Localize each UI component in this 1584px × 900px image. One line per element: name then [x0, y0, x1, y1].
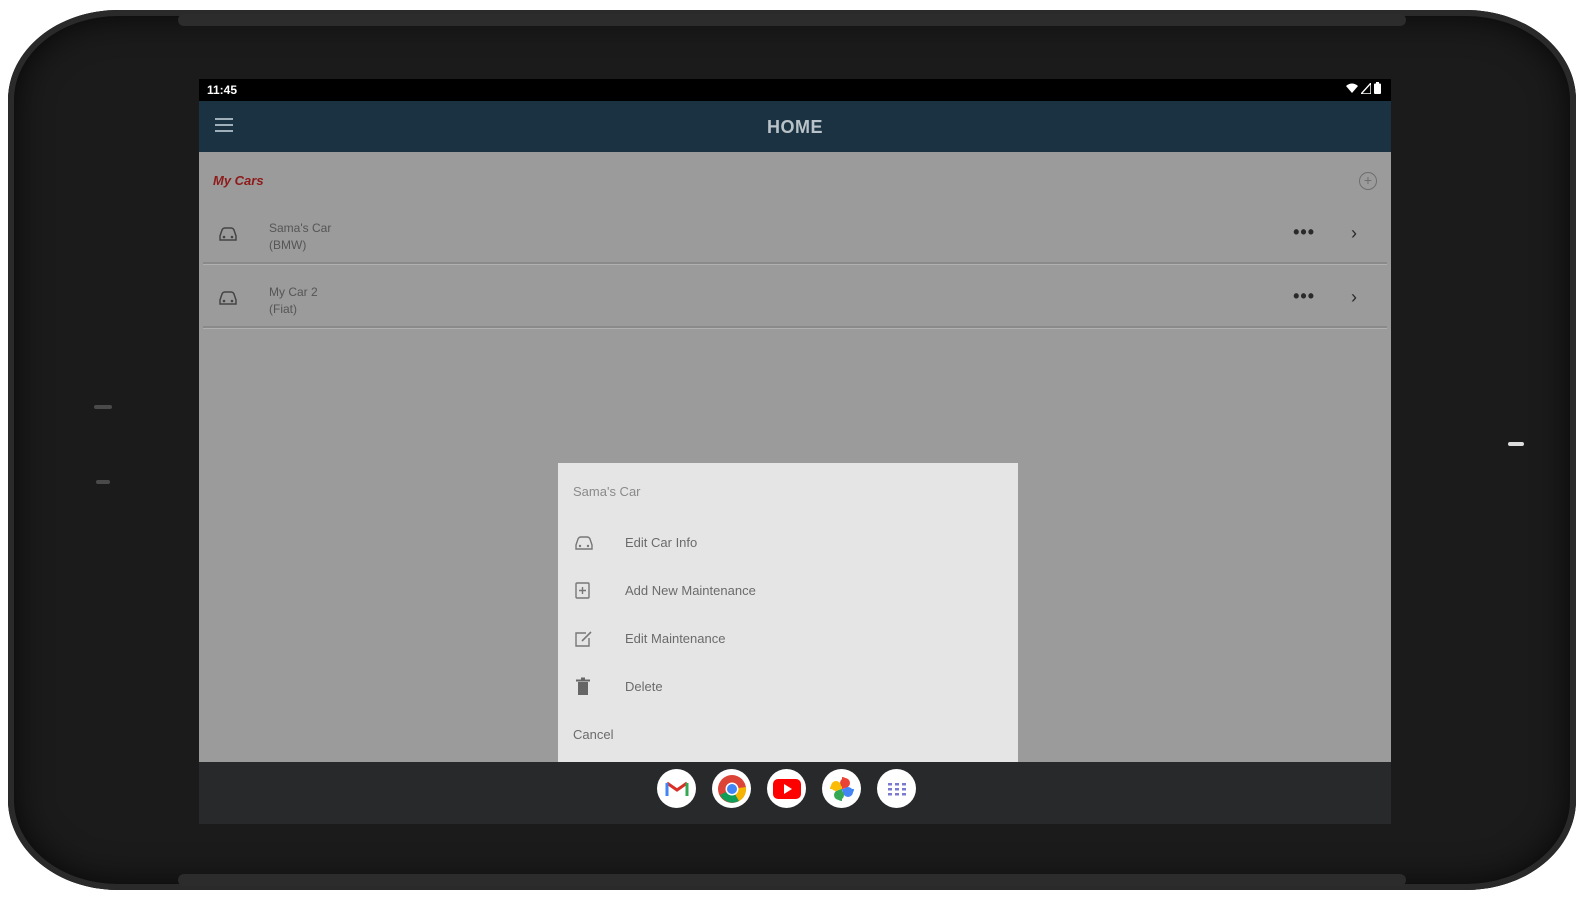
app-bar: HOME [199, 101, 1391, 152]
car-icon [219, 227, 237, 241]
action-sheet: Sama's Car Edit Car Info Add New Mainten… [558, 463, 1018, 762]
wifi-icon [1346, 83, 1358, 93]
edit-car-info-option[interactable]: Edit Car Info [558, 523, 1018, 563]
section-header: My Cars + [199, 152, 1391, 208]
edit-icon [575, 631, 592, 647]
gmail-icon[interactable] [657, 769, 696, 808]
add-document-icon [575, 582, 590, 599]
chevron-right-icon[interactable]: › [1351, 287, 1357, 308]
status-bar: 11:45 [199, 79, 1391, 101]
tablet-screen: 11:45 HOME My Cars + Sama's Car (BMW) ••… [199, 79, 1391, 824]
add-car-button[interactable]: + [1359, 172, 1377, 190]
youtube-icon[interactable] [767, 769, 806, 808]
status-time: 11:45 [207, 83, 238, 97]
chevron-right-icon[interactable]: › [1351, 223, 1357, 244]
car-make-text: (Fiat) [269, 302, 297, 316]
page-title: HOME [767, 117, 823, 137]
plus-icon: + [1363, 172, 1373, 188]
car-make-text: (BMW) [269, 238, 307, 252]
car-list-item[interactable]: My Car 2 (Fiat) ••• › [203, 272, 1387, 328]
side-button [94, 405, 112, 409]
photos-icon[interactable] [822, 769, 861, 808]
car-icon [219, 291, 237, 305]
edit-maintenance-option[interactable]: Edit Maintenance [558, 619, 1018, 659]
car-name: My Car 2 (Fiat) [269, 284, 318, 318]
app-drawer-icon[interactable] [877, 769, 916, 808]
battery-icon [1374, 82, 1381, 94]
more-options-icon[interactable]: ••• [1293, 222, 1315, 243]
action-sheet-title: Sama's Car [573, 484, 641, 499]
delete-option[interactable]: Delete [558, 667, 1018, 707]
car-icon [575, 536, 593, 550]
trash-icon [576, 677, 590, 695]
more-options-icon[interactable]: ••• [1293, 286, 1315, 307]
section-title: My Cars [213, 173, 264, 188]
car-name-text: My Car 2 [269, 285, 318, 299]
car-name-text: Sama's Car [269, 221, 332, 235]
car-list-item[interactable]: Sama's Car (BMW) ••• › [203, 208, 1387, 264]
car-name: Sama's Car (BMW) [269, 220, 331, 254]
system-icons [1346, 82, 1381, 94]
side-button [96, 480, 110, 484]
option-label: Edit Car Info [625, 535, 698, 550]
option-label: Add New Maintenance [625, 583, 756, 598]
option-label: Edit Maintenance [625, 631, 726, 646]
cancel-button[interactable]: Cancel [573, 727, 613, 742]
app-dock [199, 762, 1391, 824]
chrome-icon[interactable] [712, 769, 751, 808]
cell-signal-icon [1361, 82, 1371, 94]
option-label: Delete [625, 679, 663, 694]
camera-indicator [1508, 442, 1524, 446]
add-new-maintenance-option[interactable]: Add New Maintenance [558, 571, 1018, 611]
